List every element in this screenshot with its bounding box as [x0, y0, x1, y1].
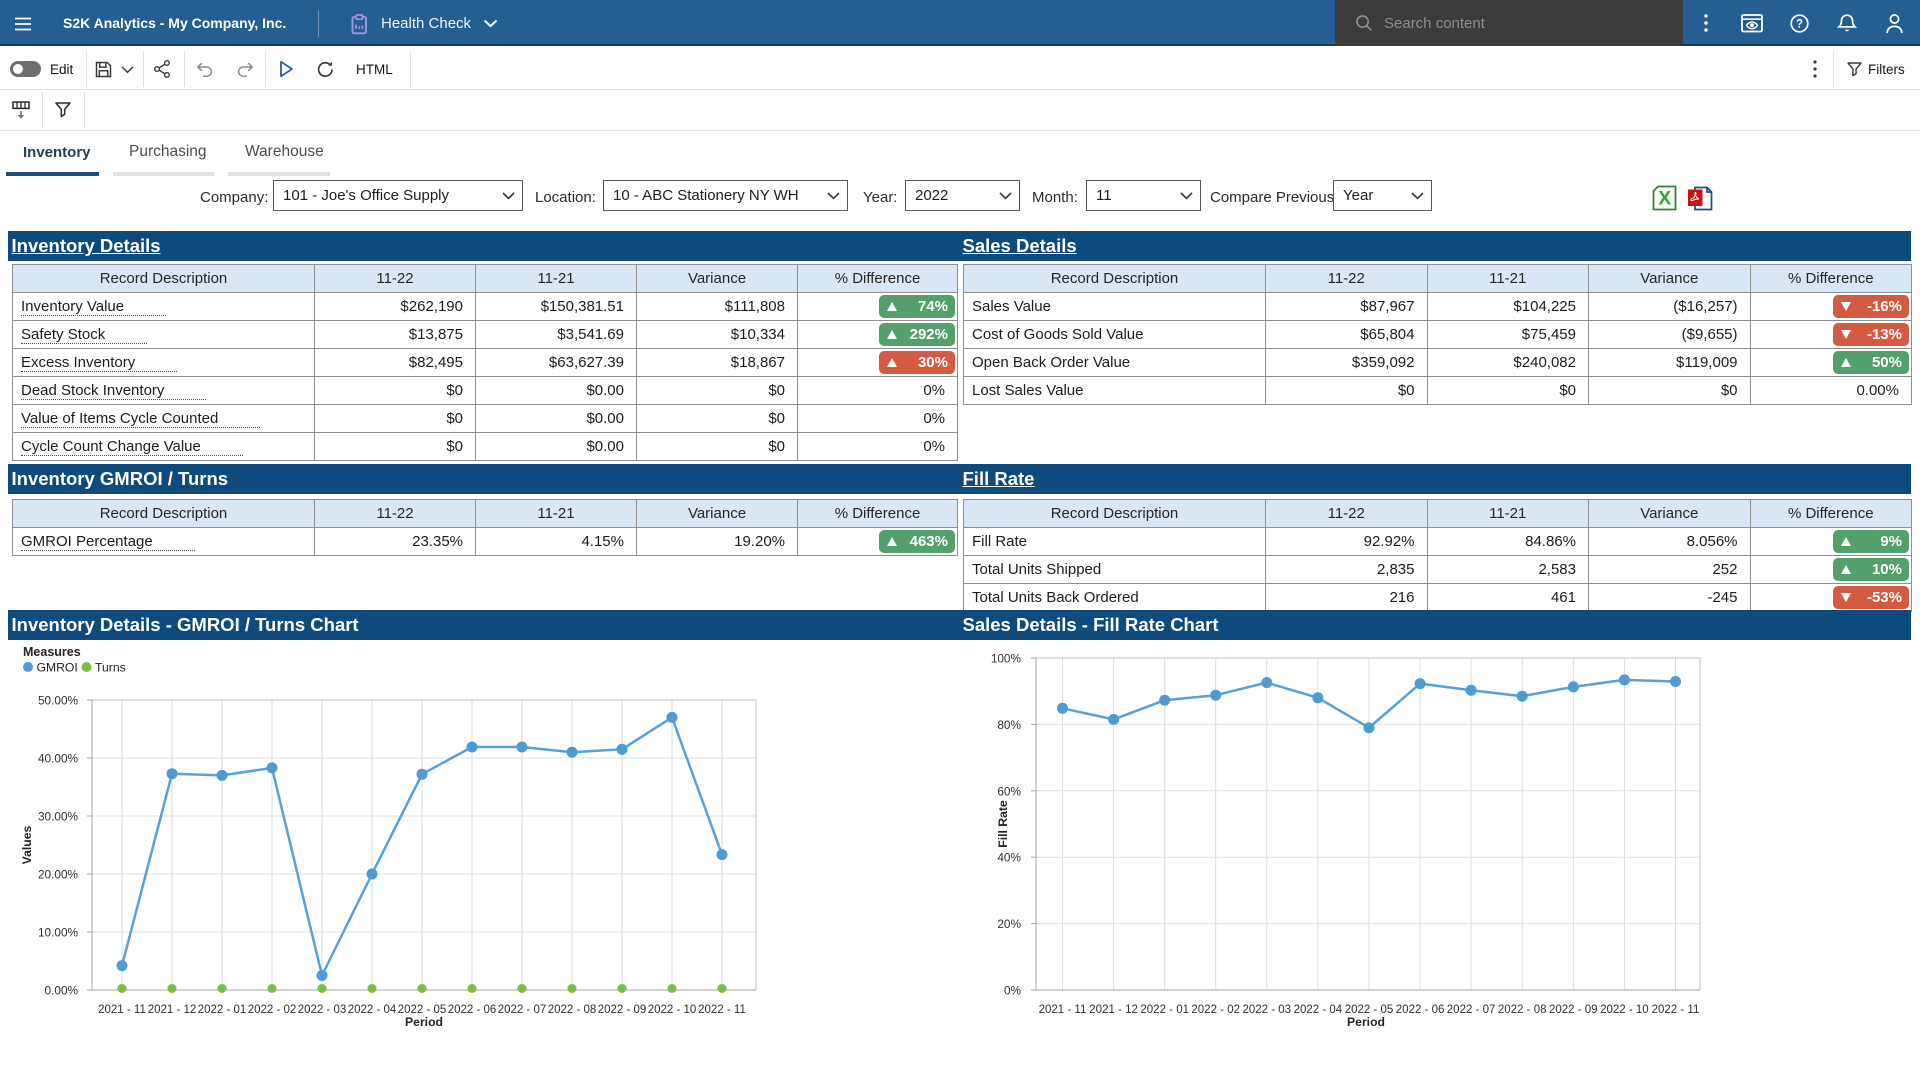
- svg-text:Fill Rate: Fill Rate: [996, 800, 1010, 848]
- svg-text:2022 - 06: 2022 - 06: [448, 1004, 497, 1016]
- svg-text:Turns: Turns: [95, 661, 126, 675]
- svg-text:GMROI: GMROI: [37, 661, 78, 675]
- svg-text:2022 - 07: 2022 - 07: [1447, 1004, 1496, 1016]
- svg-text:2022 - 09: 2022 - 09: [1549, 1004, 1598, 1016]
- svg-text:100%: 100%: [991, 652, 1022, 666]
- svg-text:60%: 60%: [997, 784, 1021, 798]
- svg-text:2022 - 08: 2022 - 08: [1498, 1004, 1547, 1016]
- svg-text:2022 - 10: 2022 - 10: [1600, 1004, 1649, 1016]
- svg-text:2022 - 04: 2022 - 04: [348, 1004, 397, 1016]
- svg-text:2022 - 11: 2022 - 11: [698, 1004, 746, 1016]
- svg-text:2022 - 08: 2022 - 08: [548, 1004, 597, 1016]
- svg-text:Period: Period: [405, 1015, 443, 1029]
- svg-text:Measures: Measures: [23, 645, 81, 659]
- svg-text:50.00%: 50.00%: [38, 694, 79, 708]
- svg-text:2022 - 03: 2022 - 03: [1242, 1004, 1291, 1016]
- svg-text:40.00%: 40.00%: [38, 752, 79, 766]
- svg-text:2022 - 02: 2022 - 02: [248, 1004, 297, 1016]
- svg-text:X: X: [1658, 189, 1671, 210]
- svg-text:10.00%: 10.00%: [38, 926, 79, 940]
- svg-text:80%: 80%: [997, 718, 1021, 732]
- svg-text:2022 - 01: 2022 - 01: [198, 1004, 247, 1016]
- svg-text:40%: 40%: [997, 851, 1021, 865]
- svg-text:Values: Values: [20, 825, 34, 864]
- svg-text:2022 - 03: 2022 - 03: [298, 1004, 347, 1016]
- svg-text:2022 - 04: 2022 - 04: [1294, 1004, 1343, 1016]
- svg-text:0.00%: 0.00%: [45, 984, 79, 998]
- svg-text:30.00%: 30.00%: [38, 810, 79, 824]
- svg-text:0%: 0%: [1004, 984, 1022, 998]
- svg-text:2021 - 12: 2021 - 12: [148, 1004, 197, 1016]
- svg-text:Period: Period: [1347, 1015, 1385, 1029]
- svg-text:20.00%: 20.00%: [38, 868, 79, 882]
- svg-text:2022 - 07: 2022 - 07: [498, 1004, 547, 1016]
- svg-text:2022 - 10: 2022 - 10: [648, 1004, 697, 1016]
- svg-text:20%: 20%: [997, 917, 1021, 931]
- svg-text:2022 - 11: 2022 - 11: [1652, 1004, 1700, 1016]
- svg-text:2021 - 11: 2021 - 11: [1039, 1004, 1087, 1016]
- svg-text:2021 - 12: 2021 - 12: [1089, 1004, 1138, 1016]
- svg-text:2022 - 09: 2022 - 09: [598, 1004, 647, 1016]
- svg-text:2021 - 11: 2021 - 11: [98, 1004, 146, 1016]
- svg-text:?: ?: [1796, 19, 1803, 31]
- svg-text:2022 - 02: 2022 - 02: [1191, 1004, 1240, 1016]
- svg-text:2022 - 06: 2022 - 06: [1396, 1004, 1445, 1016]
- svg-text:2022 - 01: 2022 - 01: [1140, 1004, 1189, 1016]
